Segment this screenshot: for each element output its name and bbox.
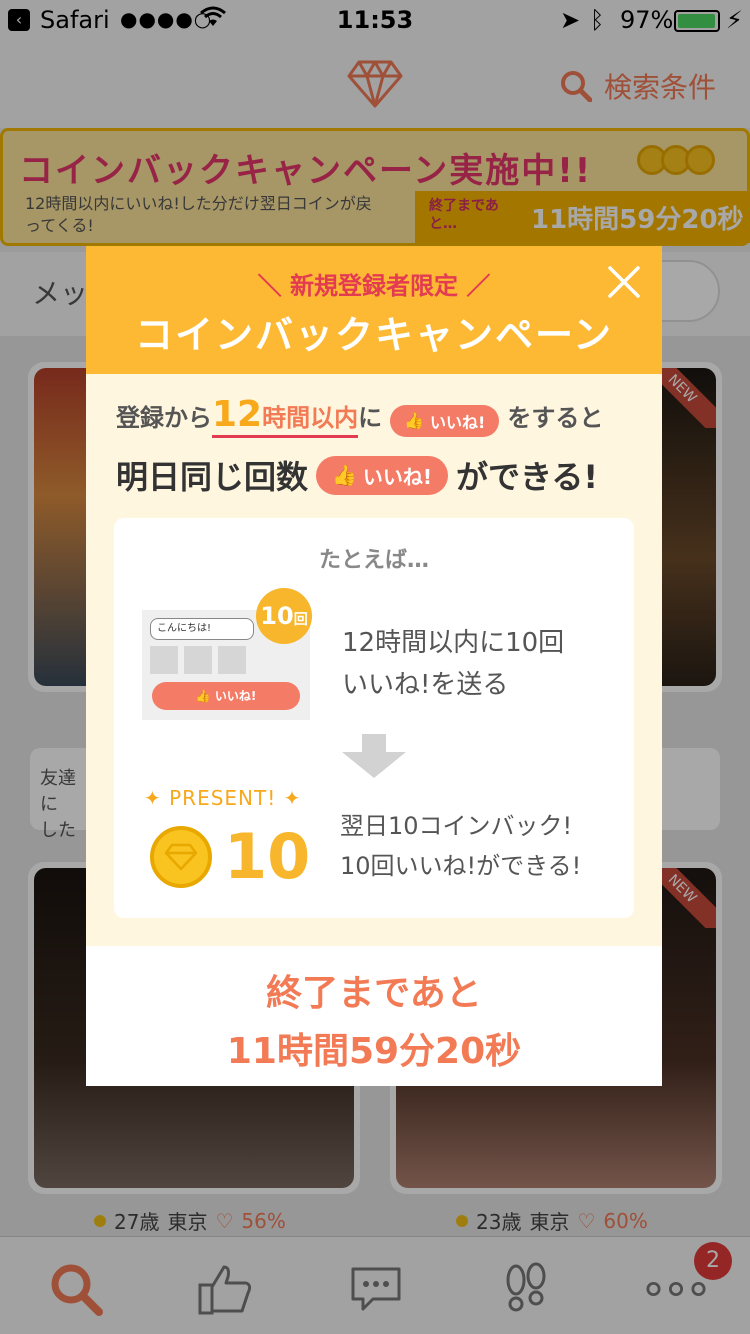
example-box: たとえば… こんにちは! 👍 いいね! 10回 12時間以内に10回 いいね!を… [114, 518, 634, 918]
thumbs-up-icon: 👍 [332, 463, 357, 487]
modal-body: 登録から 12時間以内 に 👍 いいね! をすると 明日同じ回数 👍 いいね! がで… [86, 374, 662, 946]
photo-placeholder [150, 646, 178, 674]
rule-text: に [358, 404, 383, 432]
like-pill-label: いいね! [362, 464, 433, 489]
rule-hours-unit: 時間以内 [262, 404, 359, 432]
step2-line: 10回いいね!ができる! [340, 852, 582, 880]
coin-count: 10 [224, 820, 311, 893]
example-step2: 翌日10コインバック! 10回いいね!ができる! [340, 806, 581, 886]
step1-line: いいね!を送る [342, 670, 509, 700]
photo-placeholder [218, 646, 246, 674]
rule-text: 明日同じ回数 [116, 458, 309, 496]
campaign-rule-line1: 登録から 12時間以内 に 👍 いいね! をすると [116, 394, 603, 438]
rule-text: ができる! [456, 458, 599, 496]
modal-kicker: ＼ 新規登録者限定 ／ [257, 272, 491, 300]
campaign-modal: ＼ 新規登録者限定 ／ コインバックキャンペーン 登録から 12時間以内 に 👍… [86, 246, 662, 1086]
countdown-label: 終了まであと [266, 973, 482, 1014]
rule-hours: 12 [212, 394, 263, 435]
countdown-timer: 11時間59分20秒 [226, 1031, 522, 1072]
modal-footer: 終了まであと 11時間59分20秒 [86, 946, 662, 1086]
example-title: たとえば… [318, 548, 429, 573]
close-icon[interactable] [606, 264, 642, 300]
step1-line: 12時間以内に10回 [342, 628, 565, 658]
step2-line: 翌日10コインバック! [340, 812, 573, 840]
example-step1: 12時間以内に10回 いいね!を送る [342, 622, 564, 706]
arrow-down-icon [342, 734, 406, 778]
like-pill: 👍 いいね! [390, 404, 500, 437]
campaign-rule-line2: 明日同じ回数 👍 いいね! ができる! [116, 452, 598, 498]
coin-icon [150, 826, 212, 888]
rule-highlight: 12時間以内 [212, 394, 359, 438]
chat-bubble: こんにちは! [150, 618, 254, 640]
thumbs-up-icon: 👍 [404, 411, 425, 430]
rule-text: 登録から [116, 404, 212, 432]
present-label: ✦ PRESENT! ✦ [144, 786, 302, 810]
photo-placeholder [184, 646, 212, 674]
modal-title: コインバックキャンペーン [134, 313, 614, 357]
like-pill-label: いいね! [430, 412, 486, 432]
rule-text: をすると [507, 404, 604, 432]
illustration-like-button: 👍 いいね! [152, 682, 300, 710]
like-count-bubble: 10回 [256, 588, 312, 644]
like-pill: 👍 いいね! [316, 455, 449, 495]
modal-header: ＼ 新規登録者限定 ／ コインバックキャンペーン [86, 246, 662, 374]
